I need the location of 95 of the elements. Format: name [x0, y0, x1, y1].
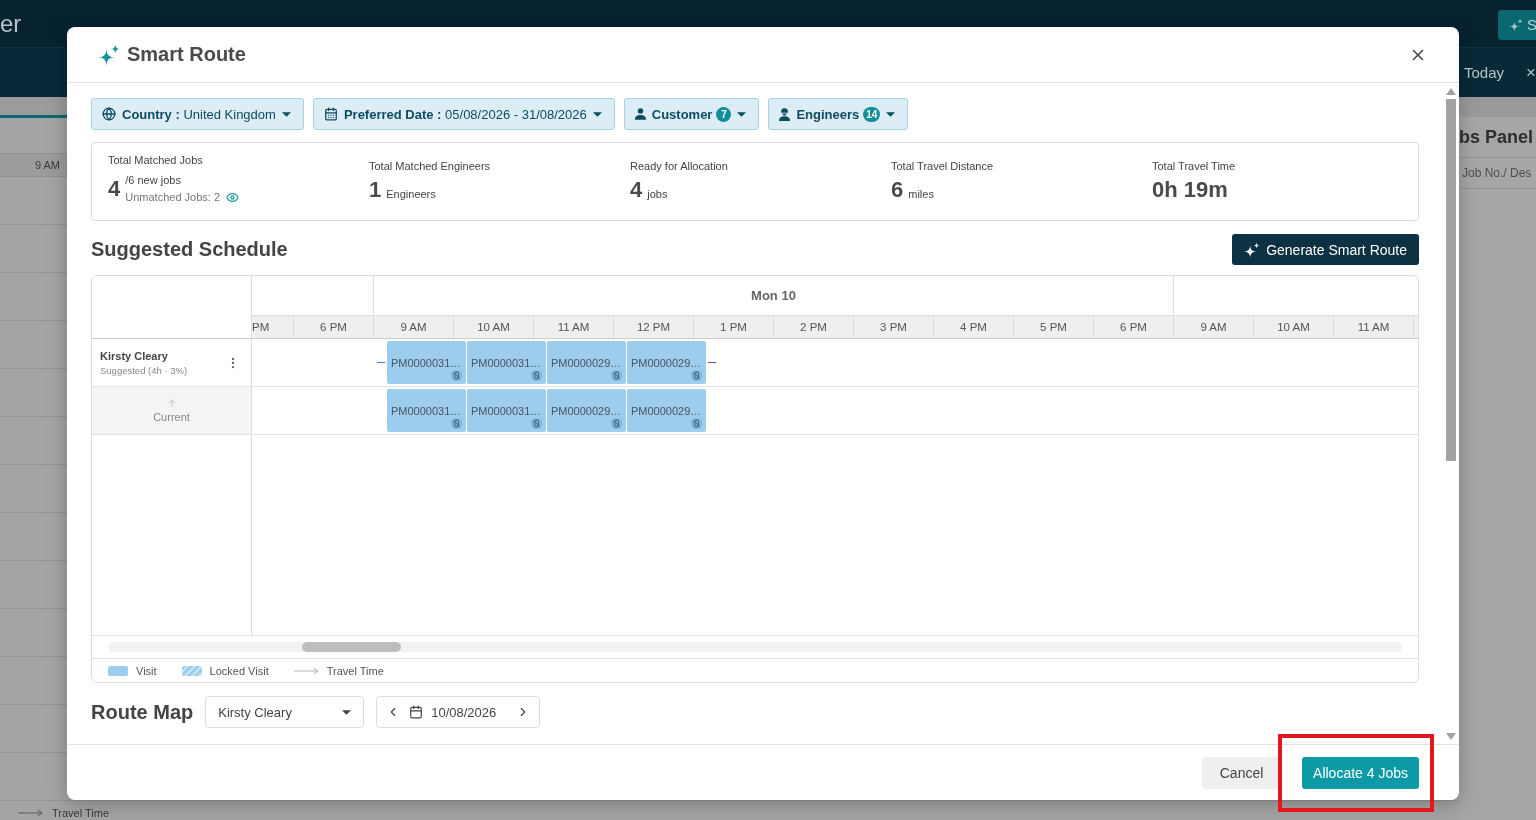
calendar-icon [323, 107, 338, 121]
dialog-title: Smart Route [127, 43, 246, 66]
stat-label: Total Travel Distance [891, 159, 995, 173]
date-text: 10/08/2026 [431, 704, 498, 720]
section-title: Suggested Schedule [91, 238, 288, 261]
stat-value: 4 [108, 177, 121, 201]
hour-cell: 12 PM [614, 316, 694, 338]
hour-cell: 2 PM [774, 316, 854, 338]
stat-unit: jobs [647, 187, 668, 202]
filter-dropdown[interactable]: Engineers 14 [768, 98, 909, 130]
smart-route-button[interactable]: S [1498, 9, 1536, 40]
eye-icon[interactable] [226, 191, 240, 204]
stat-value: 1 [369, 178, 382, 202]
caret-icon [886, 111, 896, 117]
visit-block[interactable]: PM0000029… [627, 389, 706, 432]
stat-label: Total Matched Engineers [369, 159, 492, 173]
filter-dropdown[interactable]: Customer 7 [623, 98, 760, 130]
hour-cell: 1 PM [694, 316, 774, 338]
count-badge: 7 [716, 106, 732, 122]
slashed-phone-icon [611, 370, 622, 381]
caret-icon [737, 111, 747, 117]
arrow-up-icon [166, 398, 177, 408]
globe-icon [102, 107, 116, 121]
hour-cell: 11 AM [1334, 316, 1414, 338]
stat-unit: miles [908, 187, 934, 202]
today-button[interactable]: Today [1464, 64, 1505, 81]
engineer-detail: Suggested (4h · 3%) [100, 364, 189, 376]
visit-block[interactable]: PM0000029… [547, 389, 626, 432]
stat-detail: /6 new jobs [125, 174, 182, 187]
legend-label: Visit [136, 664, 157, 677]
visit-block[interactable]: PM0000031… [467, 389, 546, 432]
slashed-phone-icon [531, 418, 542, 429]
visit-block[interactable]: PM0000029… [627, 341, 706, 384]
hour-cell: 10 AM [1254, 316, 1334, 338]
calendar-icon [409, 705, 424, 719]
person-icon [634, 108, 646, 120]
caret-icon [281, 111, 291, 117]
locked-visit-swatch [181, 665, 202, 676]
slashed-phone-icon [611, 418, 622, 429]
scroll-up-icon[interactable] [1446, 88, 1456, 95]
engineer-name: Kirsty Cleary [100, 349, 169, 362]
slashed-phone-icon [451, 370, 462, 381]
scrollbar-thumb[interactable] [302, 642, 401, 652]
visit-block[interactable]: PM0000031… [467, 341, 546, 384]
unmatched-jobs-text: Unmatched Jobs: 2 [125, 191, 221, 204]
visit-block[interactable]: PM0000031… [387, 389, 466, 432]
close-button[interactable]: × [1526, 62, 1536, 83]
caret-icon [592, 111, 602, 117]
section-title: Route Map [91, 700, 194, 724]
hour-cell: 9 AM [1174, 316, 1254, 338]
scrollbar-thumb[interactable] [1446, 99, 1456, 461]
count-badge: 14 [863, 106, 881, 122]
engineer-select[interactable]: Kirsty Cleary [205, 696, 365, 728]
slashed-phone-icon [691, 418, 702, 429]
stat-label: Ready for Allocation [630, 159, 729, 173]
app-title: er [0, 9, 22, 38]
sparkle-icon [98, 43, 120, 66]
visit-swatch [108, 665, 128, 676]
arrow-icon [18, 809, 43, 817]
row-label: Current [153, 411, 190, 423]
stat-value: 0h 19m [1152, 178, 1228, 202]
day-label: Mon 10 [751, 288, 796, 303]
slashed-phone-icon [531, 370, 542, 381]
worker-icon [779, 107, 791, 121]
hour-cell: 4 PM [934, 316, 1014, 338]
hour-cell: 10 AM [454, 316, 534, 338]
hour-cell: PM [252, 316, 294, 338]
visit-block[interactable]: PM0000029… [547, 341, 626, 384]
hour-label: 9 AM [33, 159, 60, 171]
slashed-phone-icon [451, 418, 462, 429]
hour-cell: 11 AM [534, 316, 614, 338]
search-field[interactable]: Job No./ Des [1459, 157, 1536, 189]
hour-cell: 3 PM [854, 316, 934, 338]
sparkle-icon [1244, 241, 1261, 258]
visit-block[interactable]: PM0000031… [387, 341, 466, 384]
panel-title: bs Panel [1459, 126, 1535, 149]
slashed-phone-icon [691, 370, 702, 381]
legend-label: Travel Time [326, 664, 384, 677]
generate-button[interactable]: Generate Smart Route [1232, 234, 1419, 265]
hour-cell: 9 AM [374, 316, 454, 338]
sparkle-icon [1509, 17, 1523, 32]
legend-label: Travel Time [52, 806, 110, 820]
stat-value: 4 [630, 178, 643, 202]
stat-unit: Engineers [386, 187, 436, 202]
arrow-icon [293, 666, 319, 675]
allocate-button[interactable]: Allocate 4 Jobs [1302, 756, 1419, 789]
stat-value: 6 [891, 178, 904, 202]
caret-icon [342, 709, 352, 715]
filter-dropdown[interactable]: Country : United Kingdom [91, 98, 304, 130]
stat-label: Total Travel Time [1152, 159, 1237, 173]
filter-dropdown[interactable]: Preferred Date : 05/08/2026 - 31/08/2026 [312, 98, 615, 130]
legend-label: Locked Visit [209, 664, 269, 677]
hour-cell: 5 PM [1014, 316, 1094, 338]
scroll-down-icon[interactable] [1446, 733, 1456, 740]
stat-label: Total Matched Jobs [108, 153, 204, 167]
